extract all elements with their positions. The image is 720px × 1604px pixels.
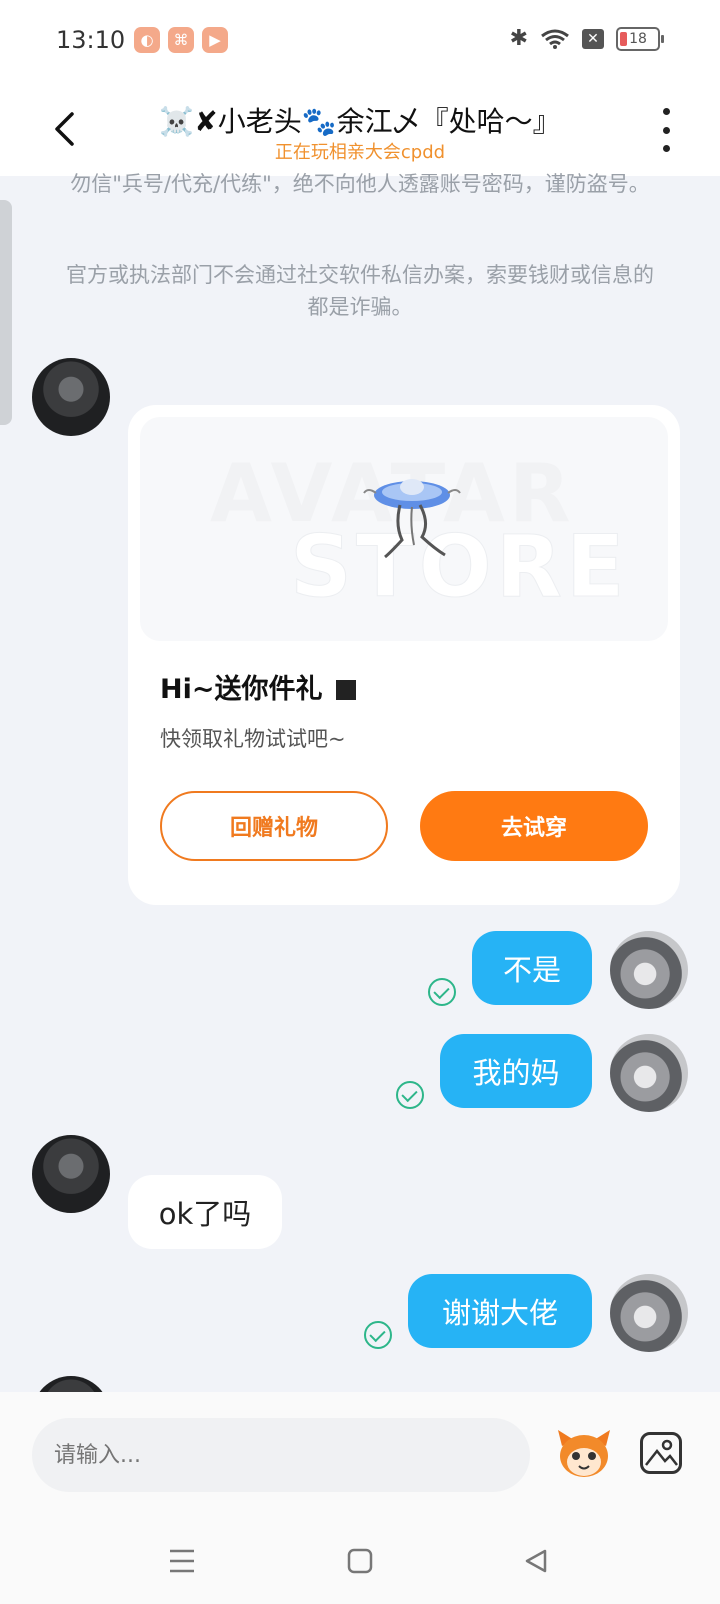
nav-menu-button[interactable] (162, 1546, 202, 1576)
peer-avatar[interactable] (32, 358, 110, 436)
app-notification-icon-1: ◐ (134, 27, 160, 53)
message-bubble-received[interactable]: ok了吗 (128, 1175, 282, 1249)
battery-icon: 18 (616, 26, 664, 51)
fraud-notice: 官方或执法部门不会通过社交软件私信办案，索要钱财或信息的都是诈骗。 (66, 263, 654, 319)
message-input-bar (0, 1392, 720, 1516)
chat-title: ☠️✘小老头🐾余江乄『处哈～』 (159, 105, 561, 138)
sim-off-icon: ✕ (582, 28, 604, 49)
side-drawer-handle[interactable] (0, 200, 12, 425)
chat-subtitle: 正在玩相亲大会cpdd (274, 142, 446, 163)
gift-card[interactable]: AVATAR STORE Hi~送你件礼 快领取礼物试试吧~ 回赠礼物 去试穿 (128, 405, 680, 905)
security-notice: 勿信"兵号/代充/代练"，绝不向他人透露账号密码，谨防盗号。 (70, 172, 650, 196)
jellyfish-gift-icon (363, 479, 461, 559)
chat-header: ☠️✘小老头🐾余江乄『处哈～』 正在玩相亲大会cpdd (0, 84, 720, 176)
gift-card-banner: AVATAR STORE (140, 417, 668, 641)
message-bubble-sent[interactable]: 我的妈 (440, 1034, 592, 1108)
app-notification-icon-2: ⌘ (168, 27, 194, 53)
bluetooth-icon: ✱ (509, 26, 528, 51)
read-check-icon (396, 1081, 424, 1109)
gift-card-title-text: Hi~送你件礼 (160, 674, 323, 705)
more-options-button[interactable] (654, 108, 678, 152)
status-bar: 13:10 ◐ ⌘ ▶ ✱ ✕ 18 (0, 0, 720, 84)
gift-card-description: 快领取礼物试试吧~ (160, 727, 346, 751)
more-dot-icon (662, 126, 670, 134)
battery-level: 18 (629, 30, 647, 47)
my-avatar[interactable] (610, 1034, 688, 1112)
emoji-mascot-icon[interactable] (556, 1426, 612, 1480)
message-input[interactable] (32, 1418, 530, 1492)
image-picker-button[interactable] (640, 1432, 682, 1474)
wifi-icon (541, 29, 569, 49)
return-gift-button[interactable]: 回赠礼物 (160, 791, 388, 861)
menu-icon (170, 1549, 194, 1573)
more-dot-icon (662, 145, 670, 152)
status-time: 13:10 (56, 26, 126, 54)
gift-card-title-icon (336, 680, 357, 700)
home-square-icon (347, 1548, 373, 1574)
gift-card-title: Hi~送你件礼 (160, 667, 357, 706)
nav-back-button[interactable] (516, 1546, 556, 1576)
read-check-icon (428, 978, 456, 1006)
back-triangle-icon (525, 1549, 547, 1573)
peer-avatar[interactable] (32, 1135, 110, 1213)
image-icon (645, 1439, 678, 1466)
app-notification-icon-3: ▶ (202, 27, 228, 53)
system-nav-bar (0, 1516, 720, 1604)
status-icons: ✱ ✕ 18 (509, 26, 664, 51)
read-check-icon (364, 1321, 392, 1349)
more-dot-icon (662, 108, 670, 115)
try-on-button[interactable]: 去试穿 (420, 791, 648, 861)
my-avatar[interactable] (610, 1274, 688, 1352)
message-bubble-sent[interactable]: 谢谢大佬 (408, 1274, 592, 1348)
message-bubble-sent[interactable]: 不是 (472, 931, 592, 1005)
my-avatar[interactable] (610, 931, 688, 1009)
nav-home-button[interactable] (340, 1546, 380, 1576)
